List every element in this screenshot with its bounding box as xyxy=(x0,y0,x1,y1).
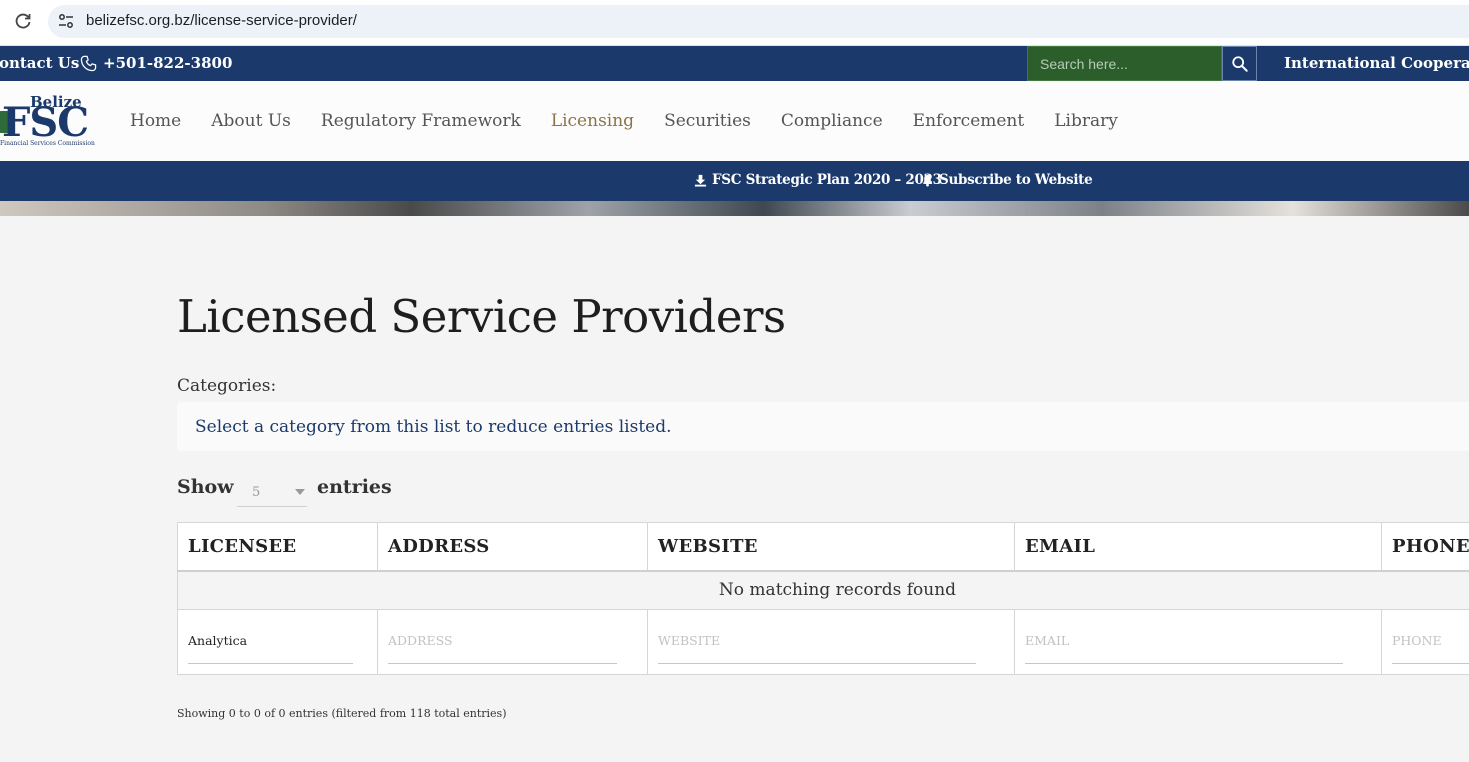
logo-sub-text: Financial Services Commission xyxy=(0,140,95,147)
entries-label: entries xyxy=(317,476,392,498)
nav-item-home[interactable]: Home xyxy=(130,111,181,131)
search-input[interactable] xyxy=(1028,47,1221,80)
category-select[interactable]: Select a category from this list to redu… xyxy=(177,402,1469,451)
contact-us-link[interactable]: Contact Us xyxy=(0,54,79,72)
top-strip: Contact Us +501-822-3800 International C… xyxy=(0,46,1469,81)
filter-cell-phone xyxy=(1381,609,1469,675)
phone-filter-input[interactable] xyxy=(1392,626,1469,664)
sub-bar: FSC Strategic Plan 2020 – 2023 Subscribe… xyxy=(0,161,1469,201)
phone-icon xyxy=(80,55,97,71)
providers-table: LICENSEE ADDRESS WEBSITE EMAIL PHONE No … xyxy=(177,522,1469,675)
browser-bar: belizefsc.org.bz/license-service-provide… xyxy=(0,0,1469,46)
empty-message: No matching records found xyxy=(177,570,1469,610)
bell-icon xyxy=(922,174,933,187)
nav-item-securities[interactable]: Securities xyxy=(664,111,751,131)
url-text[interactable]: belizefsc.org.bz/license-service-provide… xyxy=(86,12,357,29)
licensee-filter-input[interactable] xyxy=(188,626,353,664)
caret-down-icon xyxy=(295,489,305,495)
nav-item-licensing[interactable]: Licensing xyxy=(551,111,634,131)
table-row: No matching records found xyxy=(177,570,1469,610)
search-button[interactable] xyxy=(1222,46,1257,81)
website-filter-input[interactable] xyxy=(658,626,977,664)
column-header-phone[interactable]: PHONE xyxy=(1381,522,1469,572)
main-header: Belize FSC Financial Services Commission… xyxy=(0,81,1469,161)
filter-cell-email xyxy=(1014,609,1382,675)
main-nav: Home About Us Regulatory Framework Licen… xyxy=(130,111,1118,131)
nav-item-compliance[interactable]: Compliance xyxy=(781,111,883,131)
download-icon xyxy=(694,174,707,187)
reload-icon[interactable] xyxy=(13,11,33,31)
column-header-address[interactable]: ADDRESS xyxy=(377,522,648,572)
strategic-plan-link[interactable]: FSC Strategic Plan 2020 – 2023 xyxy=(694,172,942,188)
filter-cell-licensee xyxy=(177,609,378,675)
nav-item-about-us[interactable]: About Us xyxy=(211,111,291,131)
entries-value: 5 xyxy=(252,485,261,500)
nav-item-enforcement[interactable]: Enforcement xyxy=(913,111,1025,131)
categories-label: Categories: xyxy=(177,376,277,396)
search-box xyxy=(1027,46,1222,81)
table-info: Showing 0 to 0 of 0 entries (filtered fr… xyxy=(177,707,507,720)
table-header-row: LICENSEE ADDRESS WEBSITE EMAIL PHONE xyxy=(177,522,1469,572)
nav-item-library[interactable]: Library xyxy=(1054,111,1118,131)
nav-item-regulatory-framework[interactable]: Regulatory Framework xyxy=(321,111,521,131)
address-filter-input[interactable] xyxy=(388,626,618,664)
subscribe-link[interactable]: Subscribe to Website xyxy=(921,172,1093,188)
column-header-licensee[interactable]: LICENSEE xyxy=(177,522,378,572)
phone-number: +501-822-3800 xyxy=(103,54,233,72)
filter-row xyxy=(177,609,1469,675)
category-placeholder: Select a category from this list to redu… xyxy=(195,417,672,437)
email-filter-input[interactable] xyxy=(1025,626,1344,664)
phone-link[interactable]: +501-822-3800 xyxy=(80,54,232,72)
entries-select[interactable]: 5 xyxy=(237,479,307,507)
strategic-plan-label: FSC Strategic Plan 2020 – 2023 xyxy=(712,172,942,188)
subscribe-label: Subscribe to Website xyxy=(939,172,1093,188)
column-header-website[interactable]: WEBSITE xyxy=(647,522,1015,572)
international-cooperation-link[interactable]: International Cooperation xyxy=(1284,54,1469,72)
filter-cell-address xyxy=(377,609,648,675)
show-label: Show xyxy=(177,476,234,498)
logo-main-text: FSC xyxy=(2,99,89,146)
search-icon xyxy=(1231,55,1248,72)
fsc-logo[interactable]: Belize FSC Financial Services Commission xyxy=(0,93,95,149)
page-title: Licensed Service Providers xyxy=(177,290,786,343)
hero-image xyxy=(0,201,1469,216)
address-bar[interactable]: belizefsc.org.bz/license-service-provide… xyxy=(48,5,1469,38)
site-info-icon[interactable] xyxy=(57,12,75,30)
filter-cell-website xyxy=(647,609,1015,675)
column-header-email[interactable]: EMAIL xyxy=(1014,522,1382,572)
